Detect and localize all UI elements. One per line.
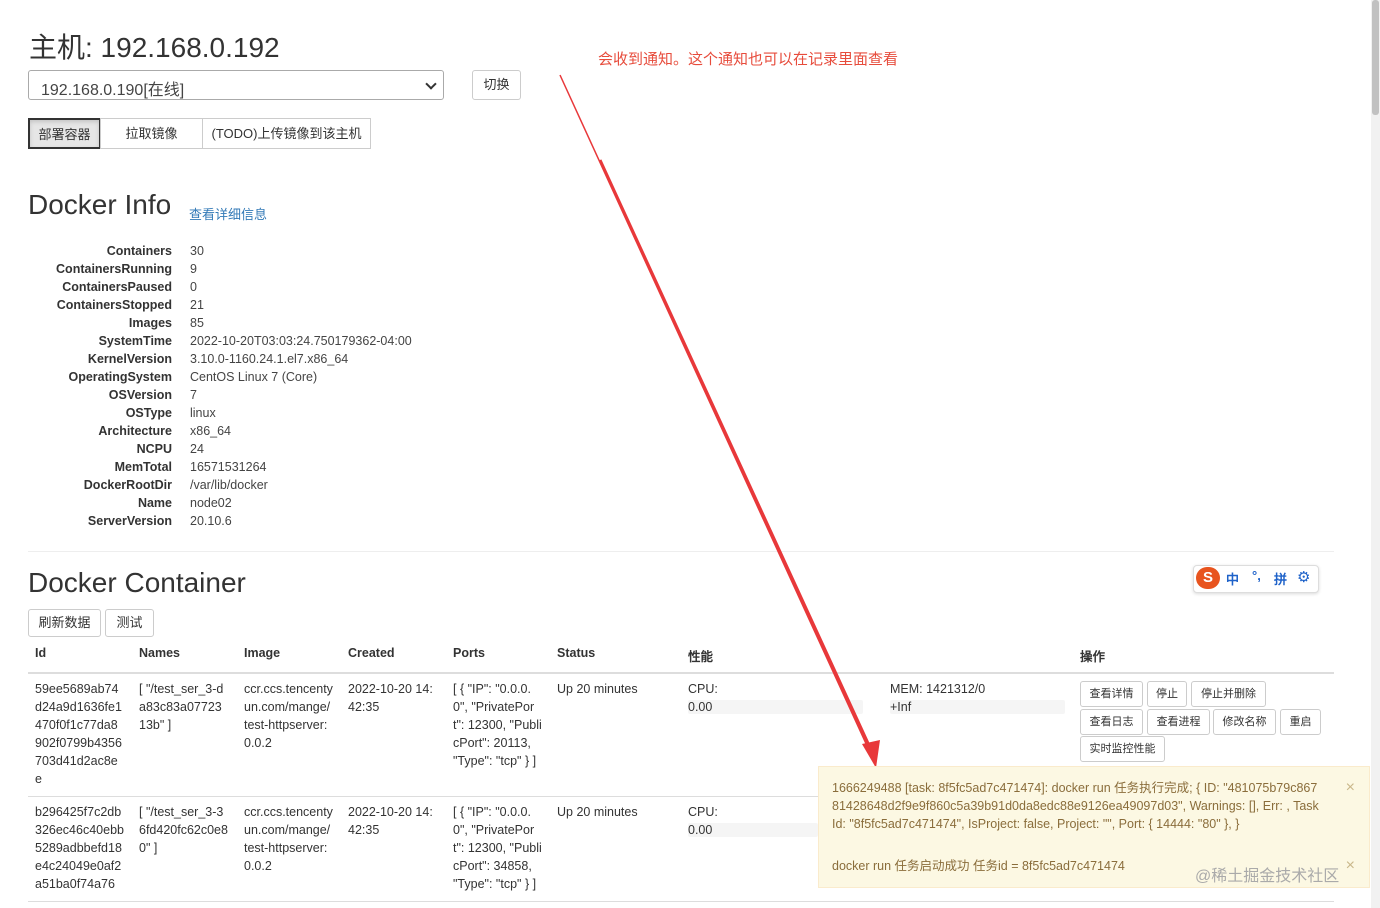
close-icon[interactable]: × — [1346, 857, 1355, 875]
scrollbar-thumb[interactable] — [1372, 0, 1379, 115]
watermark: @稀土掘金技术社区 — [1195, 868, 1340, 885]
close-icon[interactable]: × — [1346, 779, 1355, 797]
arrow-head — [862, 740, 880, 768]
arrow-shaft — [598, 159, 874, 753]
scrollbar-track[interactable] — [1371, 0, 1380, 908]
notification-message: 1666249488 [task: 8f5fc5ad7c471474]: doc… — [832, 781, 1319, 831]
